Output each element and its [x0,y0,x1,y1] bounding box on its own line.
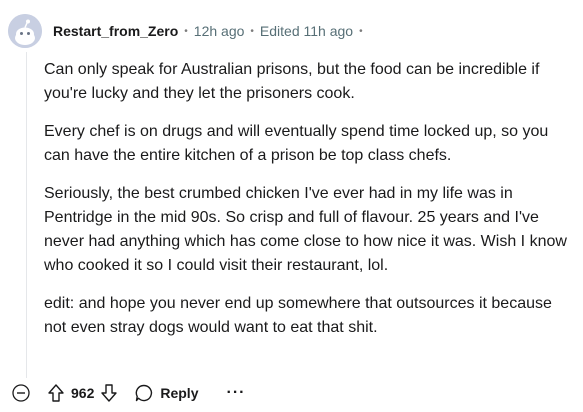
thread-line[interactable] [26,52,27,378]
comment-actions: 962 Reply ··· [11,379,245,407]
avatar[interactable] [8,14,42,48]
more-options-button[interactable]: ··· [226,384,245,402]
arrow-up-icon [48,384,64,402]
comment-paragraph: Every chef is on drugs and will eventual… [44,123,549,164]
comment-header: Restart_from_Zero • 12h ago • Edited 11h… [8,13,369,49]
author-name[interactable]: Restart_from_Zero [53,23,178,39]
collapse-button[interactable] [11,383,31,403]
downvote-button[interactable] [100,383,118,403]
vote-score: 962 [71,385,95,401]
snoo-avatar-icon [8,14,42,48]
comment-paragraph: Can only speak for Australian prisons, b… [44,61,540,102]
separator-dot: • [359,25,363,37]
timestamp[interactable]: 12h ago [194,23,245,39]
comment-paragraph: edit: and hope you never end up somewher… [44,295,552,336]
upvote-button[interactable] [47,383,65,403]
arrow-down-icon [101,384,118,402]
comment-paragraph: Seriously, the best crumbed chicken I've… [44,185,567,274]
separator-dot: • [184,25,188,37]
reply-button[interactable]: Reply [134,383,198,403]
comment-body: Can only speak for Australian prisons, b… [44,58,576,354]
speech-bubble-icon [136,384,153,402]
minus-circle-icon [12,384,30,402]
reply-label: Reply [160,385,199,401]
separator-dot: • [250,25,254,37]
edited-label: Edited 11h ago [259,23,354,39]
